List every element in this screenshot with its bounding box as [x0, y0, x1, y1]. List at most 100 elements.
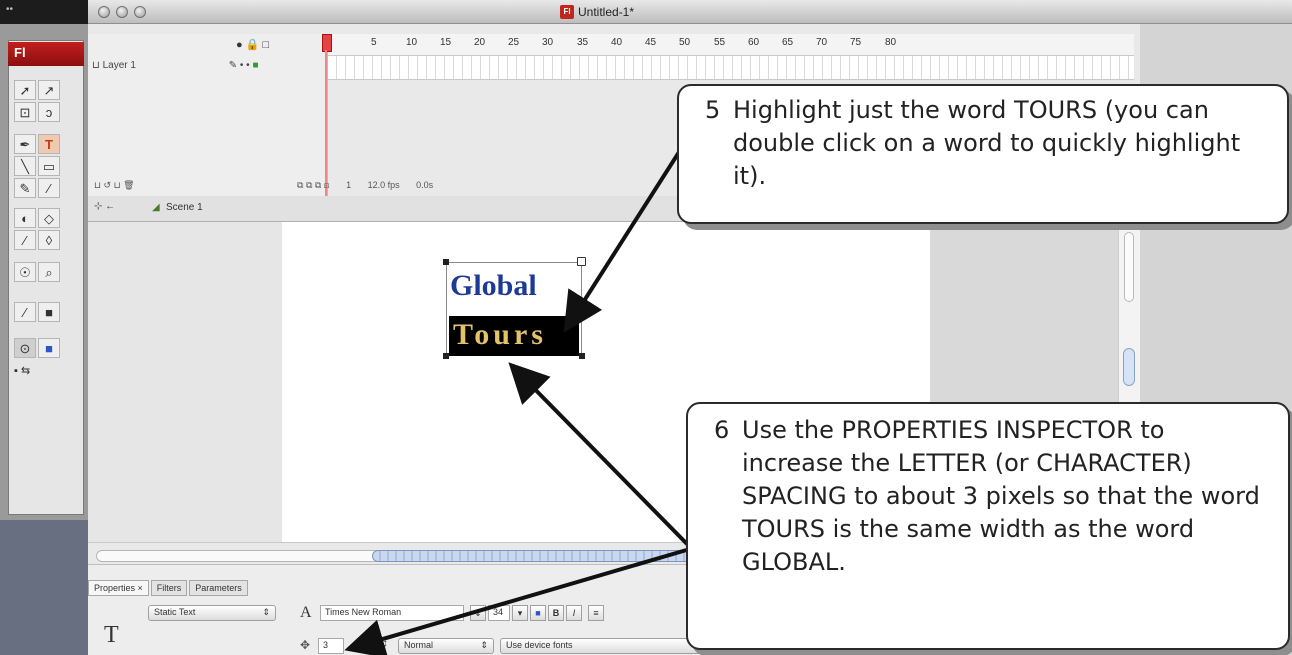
frame-rate: 12.0 fps: [367, 180, 400, 190]
tools-panel-footer: [0, 520, 88, 655]
zoom-tool-icon[interactable]: ⌕: [38, 262, 60, 282]
lasso-tool-icon[interactable]: ↄ: [38, 102, 60, 122]
frame-tick: 80: [885, 37, 897, 48]
subselection-tool-icon[interactable]: ↗: [38, 80, 60, 100]
text-tool-large-icon: T: [104, 622, 119, 648]
line-tool-icon[interactable]: ╲: [14, 156, 36, 176]
letter-spacing-field[interactable]: 3: [318, 638, 344, 654]
callout-step-text: Highlight just the word TOURS (you can d…: [733, 96, 1241, 190]
character-position-icon: A↕: [376, 638, 388, 649]
frame-tick: 25: [508, 37, 520, 48]
fill-color-icon[interactable]: ■: [38, 302, 60, 322]
text-resize-handle[interactable]: [577, 257, 586, 266]
font-menu-button[interactable]: ⇕: [470, 605, 486, 621]
italic-button[interactable]: I: [566, 605, 582, 621]
letter-spacing-icon: ✥: [300, 638, 311, 652]
font-family-field[interactable]: Times New Roman: [320, 605, 464, 621]
hand-tool-icon[interactable]: ☉: [14, 262, 36, 282]
brush-tool-icon[interactable]: ∕: [38, 178, 60, 198]
callout-step-number: 6: [714, 416, 730, 444]
eraser-tool-icon[interactable]: ◊: [38, 230, 60, 250]
frame-tick: 75: [850, 37, 862, 48]
selection-handle[interactable]: [579, 353, 585, 359]
pen-tool-icon[interactable]: ✒: [14, 134, 36, 154]
frame-tick: 5: [371, 37, 377, 48]
elapsed-time: 0.0s: [416, 180, 434, 190]
color-swatch-icon[interactable]: ■: [38, 338, 60, 358]
onion-skin-icons[interactable]: ⧉ ⧉ ⧉ ⊡: [297, 180, 330, 190]
frame-tick: 40: [611, 37, 623, 48]
frame-tick: 15: [440, 37, 452, 48]
frame-tick: 10: [406, 37, 418, 48]
current-frame: 1: [346, 180, 352, 190]
tab-filters[interactable]: Filters: [150, 580, 188, 596]
selection-handle[interactable]: [443, 353, 449, 359]
vertical-scroll-track[interactable]: [1124, 232, 1134, 302]
layer-outline-icon: ■: [252, 60, 259, 71]
rectangle-tool-icon[interactable]: ▭: [38, 156, 60, 176]
ink-bottle-tool-icon[interactable]: ◐: [14, 208, 36, 228]
swap-colors-icon[interactable]: ▪ ⇆: [14, 364, 30, 377]
callout-step-5: 5 Highlight just the word TOURS (you can…: [677, 84, 1289, 224]
frame-tick: 50: [679, 37, 691, 48]
stroke-color-icon[interactable]: ∕: [14, 302, 36, 322]
layer-buttons-icon[interactable]: ⊔ ↺ ⊔ 🗑: [94, 180, 135, 190]
app-corner: ••: [0, 0, 88, 24]
text-color-swatch[interactable]: ■: [530, 605, 546, 621]
frame-tick: 60: [748, 37, 760, 48]
stage-text-tours-highlighted[interactable]: Tours: [449, 316, 579, 356]
timeline-layers: [88, 34, 328, 196]
properties-tabs: Properties × Filters Parameters: [88, 580, 334, 596]
flash-document-icon: Fl: [560, 5, 574, 19]
tab-properties[interactable]: Properties ×: [88, 580, 149, 596]
font-rendering-value: Use device fonts: [506, 640, 573, 650]
chevron-down-icon: ⇕: [480, 640, 488, 650]
playhead-line: [325, 50, 327, 196]
pencil-tool-icon[interactable]: ✎: [14, 178, 36, 198]
frame-tick: 65: [782, 37, 794, 48]
vertical-scroll-thumb[interactable]: [1123, 348, 1135, 386]
callout-step-6: 6 Use the PROPERTIES INSPECTOR to increa…: [686, 402, 1290, 650]
stage-text-global[interactable]: Global: [450, 266, 537, 306]
snap-option-icon[interactable]: ⊙: [14, 338, 36, 358]
layer-icon: ⊔: [92, 60, 103, 71]
frame-tick: 55: [714, 37, 726, 48]
frame-tick: 20: [474, 37, 486, 48]
zoom-window-button[interactable]: [134, 6, 146, 18]
text-type-value: Static Text: [154, 607, 196, 617]
layer-edit-icon: ✎ • •: [228, 60, 253, 71]
frame-tick: 70: [816, 37, 828, 48]
text-type-select[interactable]: Static Text ⇕: [148, 605, 276, 621]
frame-tick: 30: [542, 37, 554, 48]
text-tool-icon[interactable]: T: [38, 134, 60, 154]
eyedropper-tool-icon[interactable]: ⁄: [14, 230, 36, 250]
character-position-value: Normal: [404, 640, 434, 650]
selection-handle[interactable]: [443, 259, 449, 265]
scene-label[interactable]: Scene 1: [166, 202, 203, 213]
chevron-down-icon: ⇕: [262, 607, 270, 617]
close-window-button[interactable]: [98, 6, 110, 18]
document-title: Fl Untitled-1*: [560, 3, 634, 21]
selection-tool-icon[interactable]: ➚: [14, 80, 36, 100]
align-left-button[interactable]: ≡: [588, 605, 604, 621]
callout-step-number: 5: [705, 96, 721, 124]
frame-tick: 35: [577, 37, 589, 48]
free-transform-tool-icon[interactable]: ⊡: [14, 102, 36, 122]
timeline-frames[interactable]: [328, 56, 1134, 80]
layer-row[interactable]: ⊔ Layer 1 ✎ • • ■: [92, 60, 324, 76]
font-rendering-select[interactable]: Use device fonts ⇕: [500, 638, 710, 654]
bold-button[interactable]: B: [548, 605, 564, 621]
edit-bar-icon[interactable]: ⊹ ←: [94, 201, 115, 212]
layer-visibility-icons[interactable]: ● 🔒 □: [236, 38, 269, 51]
font-size-field[interactable]: 34: [488, 605, 510, 621]
horizontal-scroll-thumb[interactable]: [372, 550, 692, 562]
minimize-window-button[interactable]: [116, 6, 128, 18]
tab-parameters[interactable]: Parameters: [189, 580, 248, 596]
callout-step-text: Use the PROPERTIES INSPECTOR to increase…: [742, 416, 1260, 576]
playhead-marker[interactable]: [322, 34, 332, 52]
paint-bucket-tool-icon[interactable]: ◇: [38, 208, 60, 228]
character-position-select[interactable]: Normal ⇕: [398, 638, 494, 654]
font-size-slider-button[interactable]: ▾: [512, 605, 528, 621]
document-title-text: Untitled-1*: [578, 5, 635, 19]
scene-icon: ◢: [152, 202, 160, 213]
